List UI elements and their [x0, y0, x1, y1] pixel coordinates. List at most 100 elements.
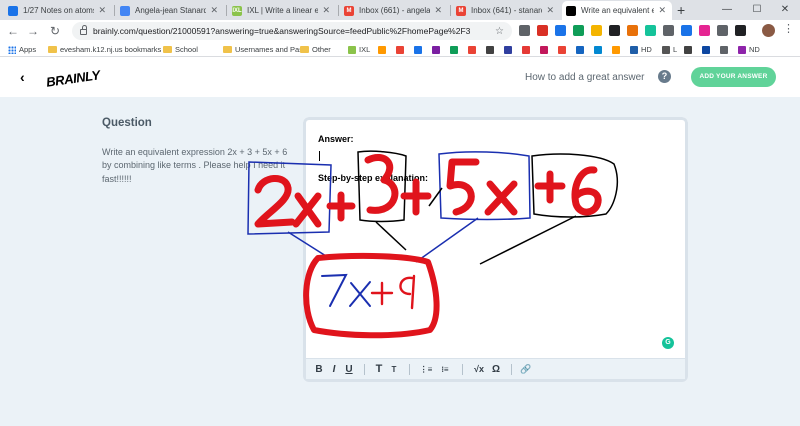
close-tab-icon[interactable]: ✕ — [98, 5, 106, 16]
bookmark-evesham[interactable]: evesham.k12.nj.us bookmarks — [48, 43, 161, 56]
profile-avatar[interactable] — [762, 24, 775, 37]
bookmarks-bar: Apps evesham.k12.nj.us bookmarks School … — [0, 42, 800, 57]
hd-icon — [630, 45, 638, 54]
site-icon — [594, 45, 602, 54]
browser-menu-icon[interactable]: ⋮ — [783, 22, 794, 35]
bookmark-site[interactable] — [612, 43, 623, 56]
puzzle-extensions-icon[interactable] — [735, 25, 746, 36]
extension-icon[interactable] — [555, 25, 566, 36]
toolbar-divider — [409, 363, 410, 375]
amazon-icon — [612, 45, 620, 54]
answer-editor[interactable]: Answer: Step-by-step explanation: G — [303, 117, 688, 358]
bookmark-ixl[interactable]: IXL — [348, 43, 370, 56]
bookmark-l[interactable]: L — [662, 43, 677, 56]
gmail-favicon-icon: M — [456, 5, 466, 16]
extension-icon[interactable] — [699, 25, 710, 36]
extension-icon[interactable] — [717, 25, 728, 36]
heading-large-button[interactable]: T — [372, 363, 386, 375]
extension-icon[interactable] — [519, 25, 530, 36]
answer-label: Answer: — [318, 134, 354, 144]
back-arrow-icon[interactable]: ‹ — [20, 69, 25, 85]
extension-icon[interactable] — [573, 25, 584, 36]
add-your-answer-button[interactable]: ADD YOUR ANSWER — [691, 67, 776, 87]
ordered-list-button[interactable]: ⋮≡ — [417, 365, 435, 374]
grammarly-extension-icon[interactable] — [645, 25, 656, 36]
bookmark-site[interactable] — [432, 43, 443, 56]
extension-icon[interactable] — [609, 25, 620, 36]
tab-separator — [450, 5, 451, 16]
tab-notes-on-atoms[interactable]: 1/27 Notes on atoms ✕ — [4, 1, 112, 20]
bookmark-site[interactable] — [378, 43, 389, 56]
bookmark-school[interactable]: School — [163, 43, 198, 56]
bookmark-usernames[interactable]: Usernames and Pas... — [223, 43, 309, 56]
site-icon — [738, 45, 746, 54]
brainly-logo[interactable]: BRAINLY — [45, 67, 101, 89]
site-icon — [540, 45, 548, 54]
bookmark-site[interactable] — [702, 43, 713, 56]
bookmark-site[interactable] — [594, 43, 605, 56]
close-tab-icon[interactable]: ✕ — [546, 5, 554, 16]
bookmark-site[interactable] — [720, 43, 731, 56]
extension-icon[interactable] — [591, 25, 602, 36]
gmail-icon — [396, 45, 404, 54]
bookmark-site[interactable] — [522, 43, 533, 56]
formula-button[interactable]: √x — [470, 364, 488, 374]
symbol-button[interactable]: Ω — [489, 364, 503, 375]
italic-button[interactable]: I — [327, 364, 341, 375]
bookmark-site[interactable] — [414, 43, 425, 56]
bookmark-hd[interactable]: HD — [630, 43, 652, 56]
tab-write-equivalent[interactable]: Write an equivalent exp ✕ — [562, 1, 672, 20]
maximize-button[interactable]: ☐ — [742, 0, 772, 20]
brainly-favicon-icon — [566, 5, 576, 16]
bookmark-site[interactable] — [558, 43, 569, 56]
site-icon — [486, 45, 494, 54]
reload-button[interactable]: ↻ — [46, 22, 64, 40]
brainly-header: ‹ BRAINLY How to add a great answer ? AD… — [0, 57, 800, 97]
help-icon[interactable]: ? — [658, 70, 671, 83]
docs-favicon-icon — [120, 5, 130, 16]
address-bar[interactable]: brainly.com/question/21000591?answering=… — [72, 22, 512, 40]
minimize-button[interactable]: — — [712, 0, 742, 20]
close-window-button[interactable]: ✕ — [770, 0, 800, 20]
grammarly-icon[interactable]: G — [662, 337, 674, 349]
bookmark-site[interactable] — [486, 43, 497, 56]
new-tab-button[interactable]: + — [677, 2, 685, 18]
tab-angela-jean[interactable]: Angela-jean Stanard - 5 ✕ — [116, 1, 224, 20]
bookmark-site[interactable] — [504, 43, 515, 56]
tab-ixl[interactable]: IXL IXL | Write a linear equat ✕ — [228, 1, 336, 20]
close-tab-icon[interactable]: ✕ — [434, 5, 442, 16]
attachment-icon[interactable]: 🔗 — [519, 364, 533, 375]
forward-button[interactable]: → — [24, 22, 42, 40]
close-tab-icon[interactable]: ✕ — [322, 5, 330, 16]
explanation-label: Step-by-step explanation: — [318, 173, 429, 183]
bookmark-apps[interactable]: Apps — [8, 43, 36, 56]
tab-separator — [226, 5, 227, 16]
apps-grid-icon — [8, 45, 16, 54]
tab-inbox-661[interactable]: M Inbox (661) - angelasta ✕ — [340, 1, 448, 20]
underline-button[interactable]: U — [342, 364, 356, 375]
bullet-list-button[interactable]: ⁝≡ — [436, 365, 454, 374]
bookmark-site[interactable] — [396, 43, 407, 56]
bookmark-star-icon[interactable]: ☆ — [495, 26, 504, 37]
extension-icon[interactable] — [627, 25, 638, 36]
tab-inbox-641[interactable]: M Inbox (641) - stanarda ✕ — [452, 1, 560, 20]
extension-icon[interactable] — [681, 25, 692, 36]
close-tab-icon[interactable]: ✕ — [658, 5, 666, 16]
extension-icon[interactable] — [537, 25, 548, 36]
bookmark-site[interactable] — [684, 43, 695, 56]
back-button[interactable]: ← — [4, 22, 22, 40]
editor-toolbar: B I U T T ⋮≡ ⁝≡ √x Ω 🔗 — [303, 358, 688, 382]
how-to-answer-link[interactable]: How to add a great answer — [525, 72, 645, 83]
heading-small-button[interactable]: T — [387, 365, 401, 374]
bookmark-site[interactable] — [540, 43, 551, 56]
youtube-icon — [468, 45, 476, 54]
close-tab-icon[interactable]: ✕ — [210, 5, 218, 16]
ixl-favicon-icon: IXL — [232, 5, 242, 16]
extension-icon[interactable] — [663, 25, 674, 36]
bookmark-nd[interactable]: ND — [738, 43, 760, 56]
bookmark-site[interactable] — [576, 43, 587, 56]
bookmark-other[interactable]: Other — [300, 43, 331, 56]
bookmark-site[interactable] — [468, 43, 479, 56]
bookmark-site[interactable] — [450, 43, 461, 56]
bold-button[interactable]: B — [312, 364, 326, 375]
